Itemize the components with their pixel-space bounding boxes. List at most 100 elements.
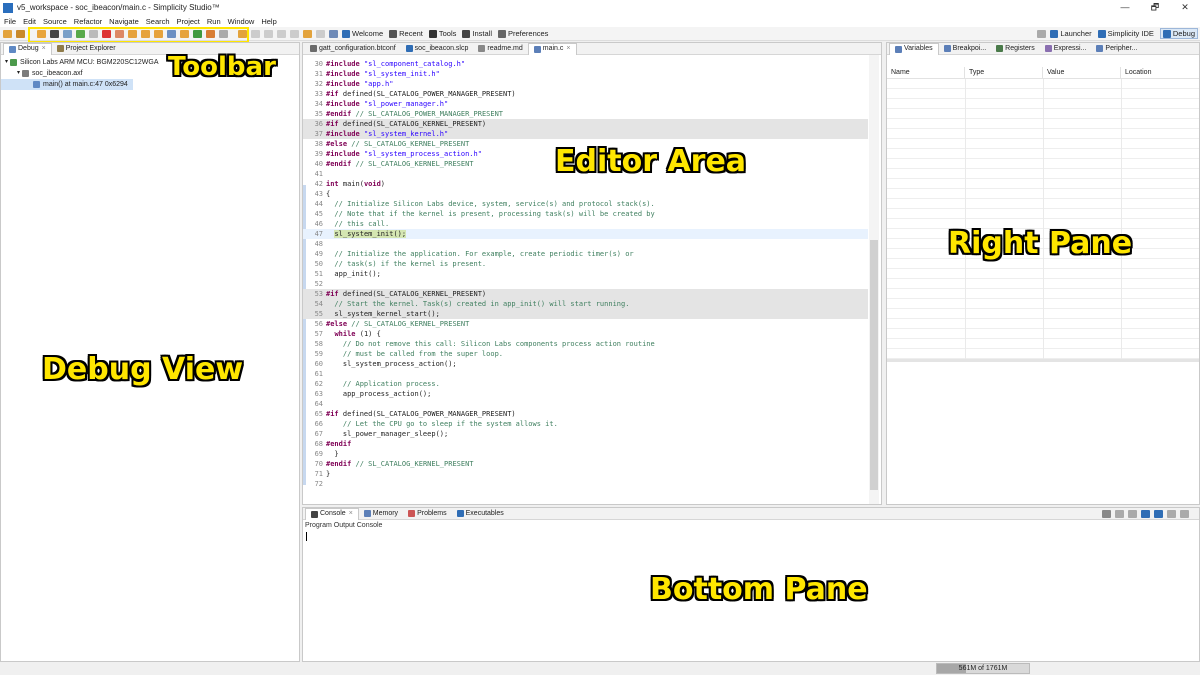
code-editor[interactable]: 30 #include "sl_component_catalog.h" 31 #in…	[303, 55, 881, 504]
tab-debug[interactable]: Debug ×	[3, 42, 52, 55]
line-number[interactable]: 69	[303, 449, 323, 459]
menu-help[interactable]: Help	[261, 17, 276, 26]
line-number[interactable]: 33	[303, 89, 323, 99]
menu-project[interactable]: Project	[177, 17, 200, 26]
line-number[interactable]: 48	[303, 239, 323, 249]
code-line[interactable]: 72	[303, 479, 868, 489]
code-line[interactable]: 58 // Do not remove this call: Silicon L…	[303, 339, 868, 349]
code-line[interactable]: 68 #endif	[303, 439, 868, 449]
code-line[interactable]: 44 // Initialize Silicon Labs device, sy…	[303, 199, 868, 209]
code-line[interactable]: 71}	[303, 469, 868, 479]
line-number[interactable]: 71	[303, 469, 323, 479]
display-console-icon[interactable]	[1141, 510, 1150, 518]
new-icon[interactable]	[3, 29, 12, 38]
line-number[interactable]: 60	[303, 359, 323, 369]
code-line[interactable]: 37 #include "sl_system_kernel.h"	[303, 129, 868, 139]
line-number[interactable]: 45	[303, 209, 323, 219]
code-line[interactable]: 36 #if defined(SL_CATALOG_KERNEL_PRESENT)	[303, 119, 868, 129]
code-line[interactable]: 60 sl_system_process_action();	[303, 359, 868, 369]
code-line[interactable]: 67 sl_power_manager_sleep();	[303, 429, 868, 439]
recent-button[interactable]: Recent	[389, 29, 423, 38]
menu-edit[interactable]: Edit	[23, 17, 36, 26]
line-number[interactable]: 55	[303, 309, 323, 319]
scroll-lock-icon[interactable]	[1115, 510, 1124, 518]
restore-button[interactable]: 🗗	[1140, 0, 1170, 15]
line-number[interactable]: 30	[303, 59, 323, 69]
line-number[interactable]: 38	[303, 139, 323, 149]
line-number[interactable]: 57	[303, 329, 323, 339]
clear-console-icon[interactable]	[1102, 510, 1111, 518]
code-line[interactable]: 50 // task(s) if the kernel is present.	[303, 259, 868, 269]
code-line[interactable]: 31 #include "sl_system_init.h"	[303, 69, 868, 79]
line-number[interactable]: 67	[303, 429, 323, 439]
arrow-icon[interactable]	[316, 29, 325, 38]
chevron-down-icon[interactable]: ▾	[17, 68, 20, 79]
code-line[interactable]: 43{	[303, 189, 868, 199]
line-number[interactable]: 43	[303, 189, 323, 199]
tab-console[interactable]: Console ×	[305, 507, 359, 520]
line-number[interactable]: 52	[303, 279, 323, 289]
line-number[interactable]: 41	[303, 169, 323, 179]
code-line[interactable]: 33 #if defined(SL_CATALOG_POWER_MANAGER_P…	[303, 89, 868, 99]
line-number[interactable]: 58	[303, 339, 323, 349]
install-button[interactable]: Install	[462, 29, 492, 38]
perspective-debug[interactable]: Debug	[1159, 28, 1198, 39]
line-number[interactable]: 62	[303, 379, 323, 389]
line-number[interactable]: 34	[303, 99, 323, 109]
line-number[interactable]: 36	[303, 119, 323, 129]
menu-window[interactable]: Window	[228, 17, 255, 26]
code-line[interactable]: 47 sl_system_init();	[303, 229, 868, 239]
welcome-button[interactable]: Welcome	[342, 29, 383, 38]
tab-project-explorer[interactable]: Project Explorer	[52, 43, 121, 55]
open-console-icon[interactable]	[1154, 510, 1163, 518]
menu-file[interactable]: File	[4, 17, 16, 26]
line-number[interactable]: 47	[303, 229, 323, 239]
tab-executables[interactable]: Executables	[452, 508, 509, 520]
preferences-button[interactable]: Preferences	[498, 29, 548, 38]
link-icon[interactable]	[329, 29, 338, 38]
scrollbar-thumb[interactable]	[870, 240, 878, 490]
tab-memory[interactable]: Memory	[359, 508, 403, 520]
line-number[interactable]: 63	[303, 389, 323, 399]
line-number[interactable]: 39	[303, 149, 323, 159]
save-all-icon[interactable]	[264, 29, 273, 38]
code-line[interactable]: 52	[303, 279, 868, 289]
tree-item-stack-frame[interactable]: main() at main.c:47 0x6294	[1, 79, 133, 90]
code-line[interactable]: 53 #if defined(SL_CATALOG_KERNEL_PRESENT)	[303, 289, 868, 299]
tab-variables[interactable]: Variables	[889, 42, 939, 55]
pin-icon[interactable]	[1128, 510, 1137, 518]
line-number[interactable]: 40	[303, 159, 323, 169]
code-line[interactable]: 63 app_process_action();	[303, 389, 868, 399]
close-icon[interactable]: ×	[349, 508, 353, 520]
code-line[interactable]: 35 #endif // SL_CATALOG_POWER_MANAGER_PRE…	[303, 109, 868, 119]
tab-main-c[interactable]: main.c ×	[527, 42, 577, 55]
code-line[interactable]: 34 #include "sl_power_manager.h"	[303, 99, 868, 109]
code-line[interactable]: 64	[303, 399, 868, 409]
line-number[interactable]: 65	[303, 409, 323, 419]
line-number[interactable]: 51	[303, 269, 323, 279]
save-icon[interactable]	[251, 29, 260, 38]
perspective-simplicity-ide[interactable]: Simplicity IDE	[1097, 29, 1154, 38]
line-number[interactable]: 31	[303, 69, 323, 79]
menu-source[interactable]: Source	[43, 17, 67, 26]
line-number[interactable]: 50	[303, 259, 323, 269]
column-name[interactable]: Name	[887, 67, 965, 78]
code-line[interactable]: 61	[303, 369, 868, 379]
line-number[interactable]: 44	[303, 199, 323, 209]
nav-forward-icon[interactable]	[290, 29, 299, 38]
maximize-icon[interactable]	[1180, 510, 1189, 518]
code-line[interactable]: 56 #else // SL_CATALOG_KERNEL_PRESENT	[303, 319, 868, 329]
code-line[interactable]: 51 app_init();	[303, 269, 868, 279]
code-line[interactable]: 69 }	[303, 449, 868, 459]
code-line[interactable]: 66 // Let the CPU go to sleep if the sys…	[303, 419, 868, 429]
code-line[interactable]: 65 #if defined(SL_CATALOG_POWER_MANAGER_P…	[303, 409, 868, 419]
line-number[interactable]: 66	[303, 419, 323, 429]
code-line[interactable]: 70 #endif // SL_CATALOG_KERNEL_PRESENT	[303, 459, 868, 469]
line-number[interactable]: 42	[303, 179, 323, 189]
close-icon[interactable]: ×	[42, 43, 46, 55]
column-type[interactable]: Type	[965, 67, 1043, 78]
line-number[interactable]: 46	[303, 219, 323, 229]
tab-expressions[interactable]: Expressi...	[1040, 43, 1092, 55]
line-number[interactable]: 72	[303, 479, 323, 489]
nav-back-icon[interactable]	[277, 29, 286, 38]
